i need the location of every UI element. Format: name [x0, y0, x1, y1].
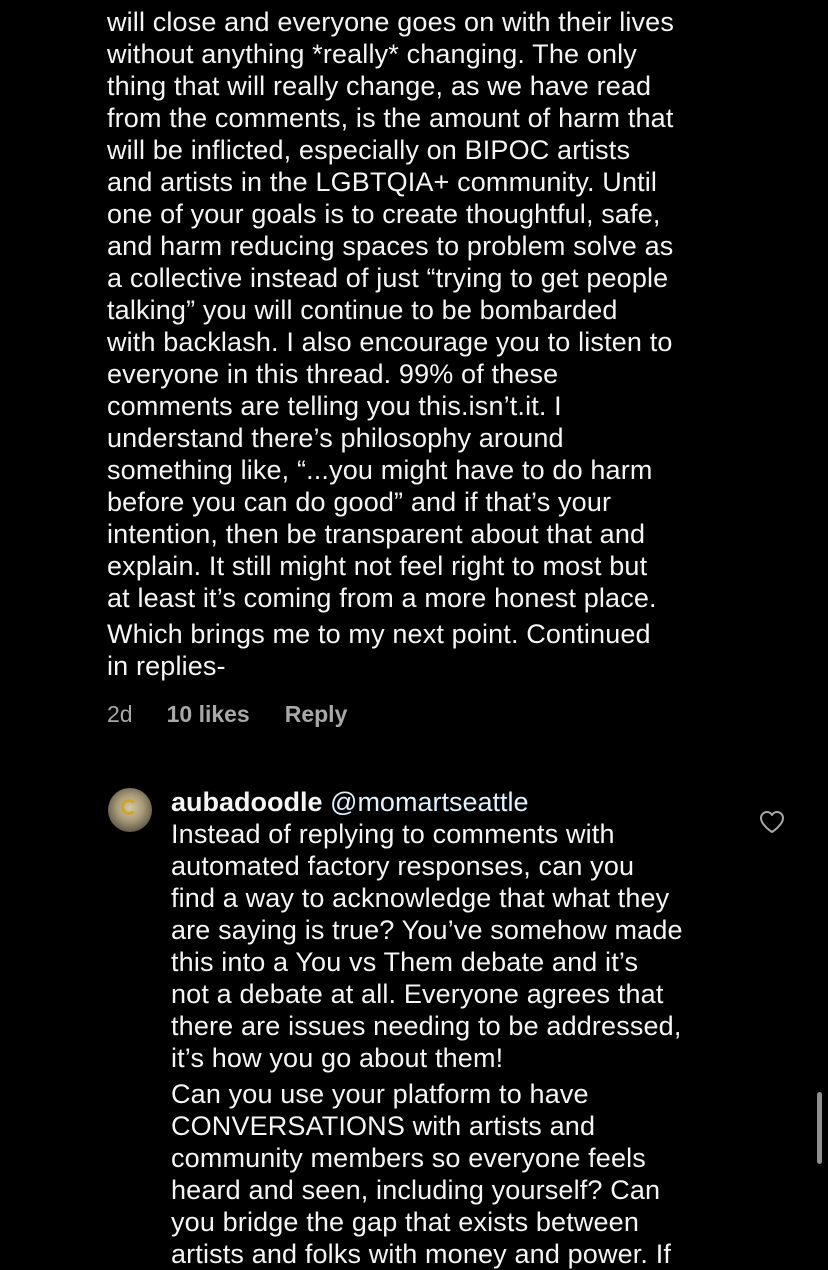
- comment-timestamp: 2d: [107, 700, 133, 727]
- comment-body: someone wanted to be heard and the conve…: [107, 0, 722, 613]
- comment-continued-text: Which brings me to my next point. Contin…: [107, 619, 651, 681]
- scrollbar-thumb[interactable]: [817, 1092, 822, 1164]
- username-link[interactable]: aubadoodle: [171, 787, 323, 817]
- heart-icon[interactable]: [759, 810, 785, 834]
- reply-header: aubadoodle @momartseattle: [171, 786, 731, 818]
- avatar-image: [121, 799, 137, 815]
- reply-button[interactable]: Reply: [285, 701, 348, 728]
- comment-likes-count[interactable]: 10 likes: [167, 701, 250, 728]
- reply-paragraph-1: Instead of replying to comments with aut…: [171, 819, 683, 1073]
- mention-link[interactable]: @momartseattle: [330, 787, 528, 817]
- avatar[interactable]: [108, 788, 152, 832]
- reply-comment-body: aubadoodle @momartseattle Instead of rep…: [171, 786, 731, 1269]
- reply-paragraph-2: Can you use your platform to have CONVER…: [171, 1079, 672, 1269]
- comment-thread-item: someone wanted to be heard and the conve…: [107, 0, 722, 681]
- comment-meta-row: 2d 10 likes Reply: [107, 697, 347, 731]
